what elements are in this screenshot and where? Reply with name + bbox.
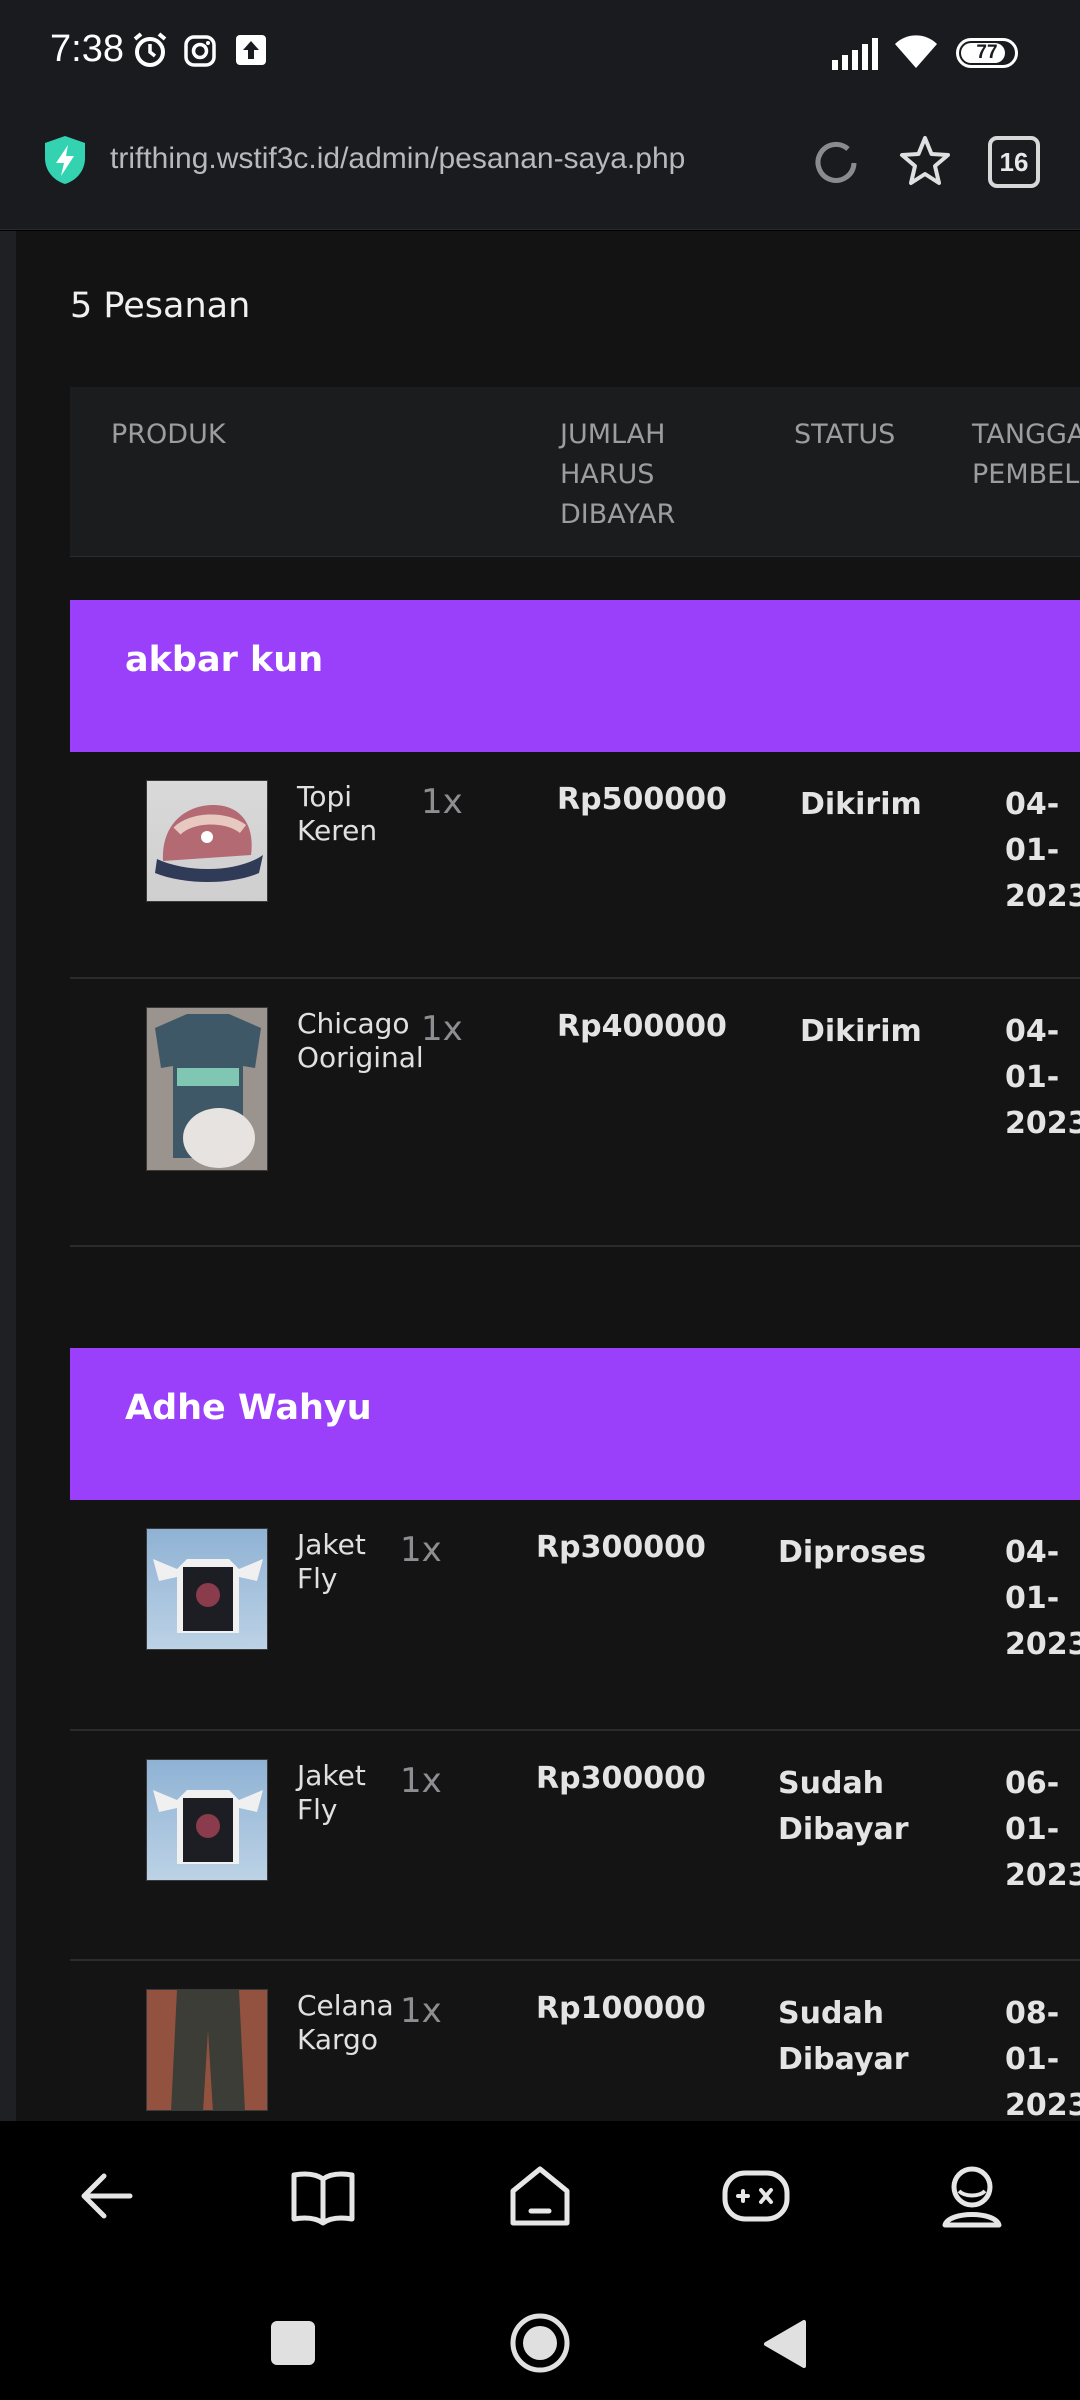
product-name[interactable]: Topi Keren xyxy=(297,780,427,848)
status-bar: 7:38 77 xyxy=(0,0,1080,100)
order-status: Sudah Dibayar xyxy=(778,1766,909,1847)
order-count: 5 Pesanan xyxy=(70,286,251,326)
product-qty: 1x xyxy=(400,1991,442,2031)
product-image xyxy=(146,1759,268,1881)
group-name: akbar kun xyxy=(125,640,324,680)
product-price: Rp300000 xyxy=(536,1761,706,1796)
order-status: Dikirim xyxy=(800,1014,922,1049)
book-icon[interactable] xyxy=(288,2161,358,2231)
sidebar-edge xyxy=(0,231,16,2121)
reload-icon[interactable] xyxy=(810,137,862,189)
order-date: 04- 01- 2023 xyxy=(1005,1014,1080,1141)
battery-level: 77 xyxy=(976,42,998,63)
recents-square-icon[interactable] xyxy=(271,2321,315,2365)
order-status: Dikirim xyxy=(800,787,922,822)
table-row[interactable]: Jaket Fly 1x Rp300000 Diproses 04- 01- 2… xyxy=(70,1500,1080,1731)
wifi-icon xyxy=(895,35,937,68)
order-status: Sudah Dibayar xyxy=(778,1996,909,2077)
order-status: Diproses xyxy=(778,1535,927,1570)
home-icon[interactable] xyxy=(505,2161,575,2231)
order-date: 08- 01- 2023 xyxy=(1005,1996,1080,2121)
home-circle-icon[interactable] xyxy=(509,2312,571,2374)
signal-icon xyxy=(832,38,878,70)
page-content: 5 Pesanan PRODUK JUMLAH HARUS DIBAYAR ST… xyxy=(0,231,1080,2121)
browser-bottom-nav xyxy=(0,2121,1080,2271)
product-qty: 1x xyxy=(400,1530,442,1570)
table-row[interactable]: Topi Keren 1x Rp500000 Dikirim 04- 01- 2… xyxy=(70,752,1080,979)
url-field[interactable]: trifthing.wstif3c.id/admin/pesanan-saya.… xyxy=(110,142,685,176)
group-header: akbar kun xyxy=(70,600,1080,752)
table-row[interactable]: Jaket Fly 1x Rp300000 Sudah Dibayar 06- … xyxy=(70,1731,1080,1961)
product-qty: 1x xyxy=(421,782,463,822)
order-date: 04- 01- 2023 xyxy=(1005,787,1080,914)
browser-toolbar: trifthing.wstif3c.id/admin/pesanan-saya.… xyxy=(0,100,1080,230)
product-price: Rp500000 xyxy=(557,782,727,817)
column-tanggal: TANGGAL PEMBELIAN xyxy=(972,419,1080,490)
product-image xyxy=(146,1007,268,1171)
shield-bolt-icon[interactable] xyxy=(42,134,88,186)
product-price: Rp100000 xyxy=(536,1991,706,2026)
status-time: 7:38 xyxy=(50,28,124,70)
column-jumlah: JUMLAH HARUS DIBAYAR xyxy=(560,419,676,530)
product-qty: 1x xyxy=(400,1761,442,1801)
group-name: Adhe Wahyu xyxy=(125,1388,372,1428)
order-date: 04- 01- 2023 xyxy=(1005,1535,1080,1662)
product-image xyxy=(146,780,268,902)
table-row[interactable]: Chicago Ooriginal 1x Rp400000 Dikirim 04… xyxy=(70,979,1080,1247)
product-image xyxy=(146,1989,268,2111)
instagram-icon xyxy=(184,35,216,67)
order-date: 06- 01- 2023 xyxy=(1005,1766,1080,1893)
upload-icon xyxy=(236,35,266,65)
column-produk: PRODUK xyxy=(111,419,226,450)
table-row[interactable]: Celana Kargo 1x Rp100000 Sudah Dibayar 0… xyxy=(70,1961,1080,2121)
table-header: PRODUK JUMLAH HARUS DIBAYAR STATUS TANGG… xyxy=(70,387,1080,557)
profile-icon[interactable] xyxy=(937,2161,1007,2231)
product-price: Rp400000 xyxy=(557,1009,727,1044)
product-price: Rp300000 xyxy=(536,1530,706,1565)
back-triangle-icon[interactable] xyxy=(760,2318,810,2370)
star-icon[interactable] xyxy=(897,134,953,190)
system-nav-bar xyxy=(0,2271,1080,2400)
tabs-button[interactable]: 16 xyxy=(988,136,1040,188)
product-image xyxy=(146,1528,268,1650)
group-header: Adhe Wahyu xyxy=(70,1348,1080,1500)
product-name[interactable]: Chicago Ooriginal xyxy=(297,1007,427,1075)
column-status: STATUS xyxy=(794,419,896,450)
battery-icon: 77 xyxy=(956,38,1018,68)
product-qty: 1x xyxy=(421,1009,463,1049)
alarm-icon xyxy=(133,32,167,67)
back-arrow-icon[interactable] xyxy=(72,2161,142,2231)
gamepad-icon[interactable] xyxy=(721,2161,791,2231)
